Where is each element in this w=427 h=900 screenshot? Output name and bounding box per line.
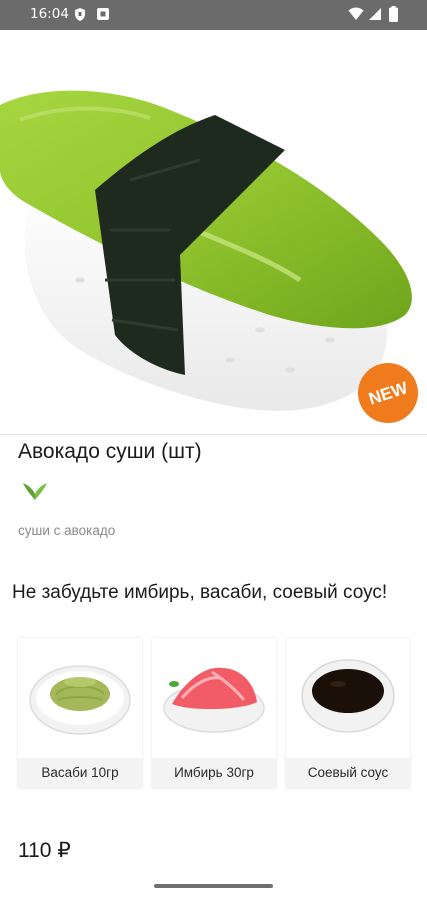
wifi-icon	[348, 7, 364, 24]
upsell-title: Не забудьте имбирь, васаби, соевый соус!	[12, 582, 388, 603]
product-image: NEW	[0, 30, 427, 434]
ginger-image	[152, 638, 276, 758]
shield-icon	[74, 7, 86, 25]
soy-sauce-image	[286, 638, 410, 758]
product-title: Авокадо суши (шт)	[18, 440, 202, 463]
upsell-card-soy-sauce[interactable]: Соевый соус	[286, 638, 410, 788]
status-bar: 16:04	[0, 0, 427, 30]
gesture-nav-bar[interactable]	[154, 884, 273, 888]
wasabi-image	[18, 638, 142, 758]
notification-icon	[96, 7, 110, 24]
new-badge: NEW	[358, 363, 418, 423]
upsell-card-ginger[interactable]: Имбирь 30гр	[152, 638, 276, 788]
product-price: 110 ₽	[18, 839, 71, 862]
upsell-label: Имбирь 30гр	[174, 765, 254, 780]
upsell-label: Соевый соус	[307, 765, 389, 780]
signal-icon	[368, 7, 382, 24]
status-time: 16:04	[30, 6, 69, 22]
upsell-list: Васаби 10гр Имбирь 30гр Соевый соус	[18, 638, 410, 790]
upsell-card-wasabi[interactable]: Васаби 10гр	[18, 638, 142, 788]
upsell-label: Васаби 10гр	[41, 765, 119, 780]
divider	[0, 434, 427, 435]
battery-icon	[389, 6, 398, 25]
product-description: суши с авокадо	[18, 523, 116, 538]
vegetarian-icon	[22, 481, 48, 506]
